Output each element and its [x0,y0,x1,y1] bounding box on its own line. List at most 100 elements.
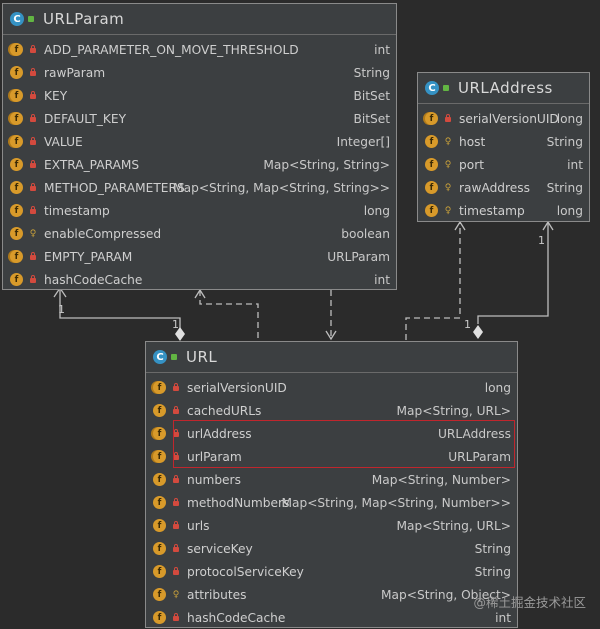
field-row[interactable]: f KEY BitSet [3,84,396,107]
class-icon: C [425,81,439,95]
class-box-url[interactable]: C URL f serialVersionUID long f cachedURLs Ma… [145,341,518,628]
private-lock-icon [170,475,182,483]
private-lock-icon [170,406,182,414]
field-icon: f [153,519,166,532]
static-final-field-icon: f [10,250,23,263]
field-icon: f [153,404,166,417]
public-icon [28,16,34,22]
field-row[interactable]: f METHOD_PARAMETERS Map<String, Map<String… [3,176,396,199]
field-name: ADD_PARAMETER_ON_MOVE_THRESHOLD [44,42,299,57]
private-lock-icon [27,91,39,99]
static-final-field-icon: f [153,427,166,440]
private-lock-icon [170,544,182,552]
field-name: urls [187,518,210,533]
field-type: int [567,157,583,172]
field-row[interactable]: f ♀ timestamp long [418,199,589,222]
field-row[interactable]: f hashCodeCache int [3,268,396,291]
private-lock-icon [442,114,454,122]
field-row[interactable]: f ♀ port int [418,153,589,176]
field-name: enableCompressed [44,226,162,241]
dependency-line-urlparam [199,290,259,340]
field-icon: f [10,227,23,240]
class-header: C URLParam [3,4,396,35]
private-lock-icon [27,137,39,145]
field-name: protocolServiceKey [187,564,304,579]
field-list: f ADD_PARAMETER_ON_MOVE_THRESHOLD int f rawP… [3,35,396,291]
static-final-field-icon: f [425,112,438,125]
field-type: Map<String, URL> [396,518,511,533]
field-row[interactable]: f rawParam String [3,61,396,84]
multiplicity-urlparam: 1 [58,303,65,316]
class-title: URLParam [43,10,125,28]
class-title: URLAddress [458,79,553,97]
field-name: attributes [187,587,247,602]
field-row[interactable]: f EMPTY_PARAM URLParam [3,245,396,268]
field-name: serviceKey [187,541,253,556]
field-type: String [546,180,583,195]
field-type: long [556,203,583,218]
field-name: timestamp [44,203,110,218]
field-name: hashCodeCache [44,272,143,287]
multiplicity-urladdress: 1 [538,234,545,247]
field-type: Integer[] [336,134,390,149]
field-type: Map<String, URL> [396,403,511,418]
class-box-urlparam[interactable]: C URLParam f ADD_PARAMETER_ON_MOVE_THRESH… [2,3,397,290]
field-type: String [474,564,511,579]
class-title: URL [186,348,218,366]
field-type: URLParam [327,249,390,264]
field-row[interactable]: f VALUE Integer[] [3,130,396,153]
dependency-line-urladdress [405,222,461,340]
field-row[interactable]: f serialVersionUID long [146,376,517,399]
field-type: Map<String, String> [263,157,390,172]
field-row[interactable]: f numbers Map<String, Number> [146,468,517,491]
private-lock-icon [170,383,182,391]
field-icon: f [153,611,166,624]
field-type: int [374,272,390,287]
class-box-urladdress[interactable]: C URLAddress f serialVersionUID long f ♀ host… [417,72,590,222]
private-lock-icon [170,613,182,621]
private-lock-icon [27,275,39,283]
field-type: BitSet [353,88,390,103]
field-row[interactable]: f methodNumbers Map<String, Map<String, Nu… [146,491,517,514]
field-row[interactable]: f hashCodeCache int [146,606,517,629]
field-name: EXTRA_PARAMS [44,157,140,172]
field-row[interactable]: f urls Map<String, URL> [146,514,517,537]
field-name: cachedURLs [187,403,262,418]
class-header: C URL [146,342,517,373]
field-type: String [546,134,583,149]
field-row[interactable]: f cachedURLs Map<String, URL> [146,399,517,422]
field-type: int [374,42,390,57]
field-row[interactable]: f ♀ attributes Map<String, Object> [146,583,517,606]
field-row[interactable]: f EXTRA_PARAMS Map<String, String> [3,153,396,176]
field-row[interactable]: f DEFAULT_KEY BitSet [3,107,396,130]
field-icon: f [10,204,23,217]
field-icon: f [10,66,23,79]
field-icon: f [10,181,23,194]
field-icon: f [153,473,166,486]
field-list: f serialVersionUID long f cachedURLs Map<Stri… [146,373,517,629]
protected-key-icon: ♀ [29,228,37,239]
field-row[interactable]: f protocolServiceKey String [146,560,517,583]
protected-key-icon: ♀ [444,182,452,193]
field-name: rawAddress [459,180,530,195]
field-name: METHOD_PARAMETERS [44,180,185,195]
field-name: KEY [44,88,68,103]
field-icon: f [153,588,166,601]
field-type: Map<String, Map<String, String>> [173,180,390,195]
field-icon: f [153,496,166,509]
field-row[interactable]: f serviceKey String [146,537,517,560]
multiplicity-url-right: 1 [464,318,471,331]
field-row[interactable]: f serialVersionUID long [418,107,589,130]
field-row[interactable]: f timestamp long [3,199,396,222]
field-row[interactable]: f ♀ rawAddress String [418,176,589,199]
field-row[interactable]: f ADD_PARAMETER_ON_MOVE_THRESHOLD int [3,38,396,61]
public-icon [443,85,449,91]
field-name: serialVersionUID [187,380,287,395]
field-row[interactable]: f ♀ enableCompressed boolean [3,222,396,245]
field-row[interactable]: f ♀ host String [418,130,589,153]
field-type: String [353,65,390,80]
field-type: BitSet [353,111,390,126]
composition-line-urlparam [59,288,181,333]
field-name: EMPTY_PARAM [44,249,133,264]
field-name: methodNumbers [187,495,290,510]
